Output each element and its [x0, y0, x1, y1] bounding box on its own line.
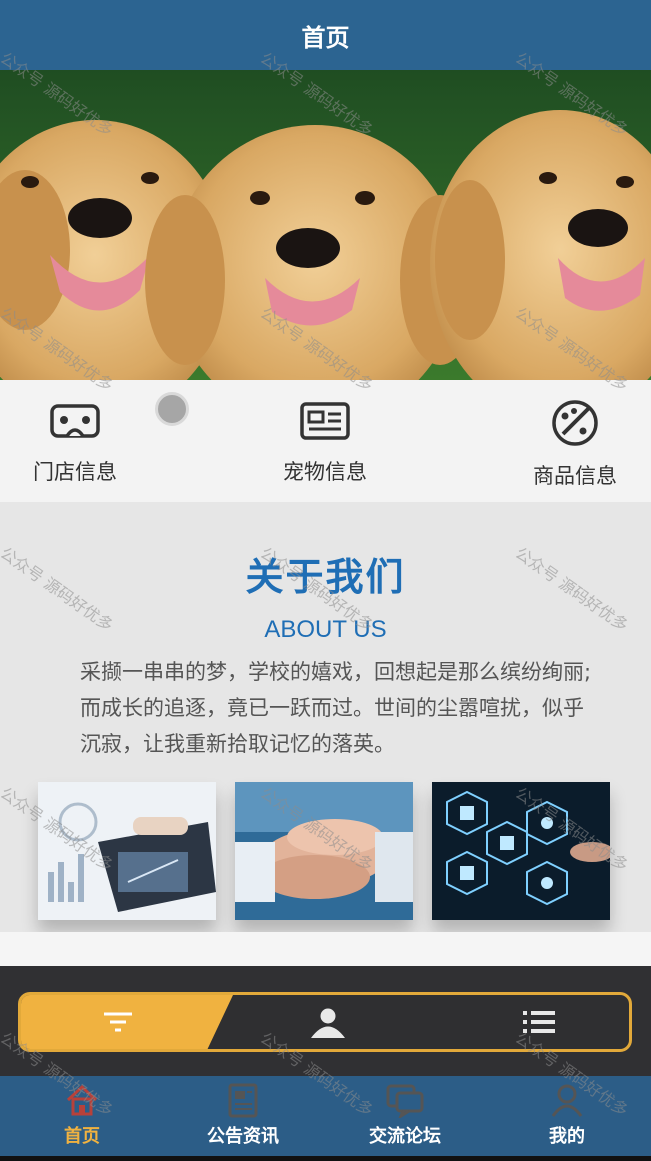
tab-label: 我的	[549, 1126, 585, 1147]
tech-hexagon-icons-photo	[432, 782, 610, 920]
profile-icon	[551, 1084, 583, 1117]
tab-profile[interactable]: 我的	[502, 1082, 632, 1148]
home-icon	[66, 1084, 98, 1116]
segment-control	[18, 992, 632, 1052]
tab-label: 公告资讯	[207, 1126, 279, 1147]
palette-icon	[552, 400, 598, 446]
page-title: 首页	[301, 23, 350, 52]
floating-dot[interactable]	[155, 392, 189, 426]
segment-tab-filter[interactable]	[101, 1007, 135, 1037]
quick-nav-store-info[interactable]: 门店信息	[0, 398, 150, 486]
list-icon	[523, 1011, 555, 1033]
vr-headset-icon	[50, 404, 100, 438]
quick-nav: 门店信息 宠物信息 商品信息	[0, 380, 651, 502]
chat-icon	[386, 1084, 424, 1118]
bottom-tab-bar: 首页 公告资讯 交流论坛 我的	[0, 1076, 651, 1156]
tab-news[interactable]: 公告资讯	[178, 1082, 308, 1148]
tab-label: 交流论坛	[369, 1126, 441, 1147]
about-image-2[interactable]	[235, 782, 413, 920]
quick-nav-pet-info[interactable]: 宠物信息	[250, 398, 400, 486]
about-image-3[interactable]	[432, 782, 610, 920]
segment-area	[0, 966, 651, 1076]
id-card-icon	[300, 402, 350, 440]
about-body: 采撷一串串的梦，学校的嬉戏，回想起是那么缤纷绚丽;而成长的追逐，竟已一跃而过。世…	[80, 660, 592, 756]
filter-icon	[104, 1012, 132, 1032]
segment-tab-user[interactable]	[309, 1007, 347, 1039]
section-divider	[0, 932, 651, 966]
tab-forum[interactable]: 交流论坛	[340, 1082, 470, 1148]
quick-nav-label: 商品信息	[533, 464, 617, 488]
tab-label: 首页	[64, 1126, 100, 1147]
puppies-photo	[0, 70, 651, 380]
quick-nav-goods-info[interactable]: 商品信息	[500, 398, 650, 490]
page-title-bar: 首页	[0, 0, 651, 70]
about-subtitle: ABOUT US	[264, 616, 387, 643]
user-icon	[311, 1008, 345, 1038]
segment-tab-list[interactable]	[521, 1007, 557, 1037]
team-hands-photo	[235, 782, 413, 920]
bottom-edge	[0, 1156, 651, 1161]
quick-nav-label: 宠物信息	[283, 460, 367, 484]
tab-home[interactable]: 首页	[17, 1082, 147, 1148]
about-image-1[interactable]	[38, 782, 216, 920]
quick-nav-label: 门店信息	[33, 460, 117, 484]
about-title: 关于我们	[245, 555, 406, 599]
news-icon	[228, 1083, 258, 1118]
business-analytics-photo	[38, 782, 216, 920]
about-section: 关于我们 ABOUT US 采撷一串串的梦，学校的嬉戏，回想起是那么缤纷绚丽;而…	[0, 502, 651, 932]
banner-image[interactable]	[0, 70, 651, 380]
